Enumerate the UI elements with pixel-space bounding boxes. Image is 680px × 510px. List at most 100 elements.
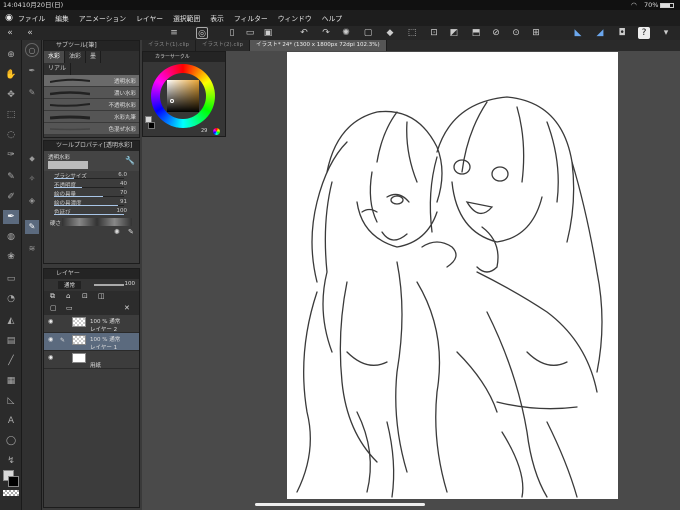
lock-icon[interactable]: ⌂	[66, 292, 70, 300]
sub-color-swatch[interactable]	[8, 476, 19, 487]
settings-icon[interactable]: ▾	[660, 27, 672, 39]
open-file-icon[interactable]: ▭	[244, 27, 256, 39]
transform-icon[interactable]: ⬚	[406, 27, 418, 39]
move-icon[interactable]: ✥	[3, 88, 19, 102]
eraser-icon[interactable]: ▭	[3, 272, 19, 286]
brush-item[interactable]: 濃い水彩	[44, 87, 139, 99]
menu-help[interactable]: ヘルプ	[322, 13, 342, 23]
fill-tool-icon[interactable]: ◭	[3, 314, 19, 328]
menu-view[interactable]: 表示	[210, 13, 224, 23]
wrench-icon[interactable]: ✎	[128, 228, 134, 236]
color-picker-cursor[interactable]	[170, 99, 174, 103]
new-layer-icon[interactable]: ▢	[50, 304, 57, 312]
blend-mode-select[interactable]: 通常	[58, 281, 82, 289]
ruler-tool-icon[interactable]: ◺	[3, 394, 19, 408]
perspective-icon[interactable]: ◢	[594, 27, 606, 39]
prop-row[interactable]: 絵の具濃度 91	[44, 198, 139, 207]
hardness-selector[interactable]	[62, 218, 132, 226]
sub-color-chip[interactable]	[148, 122, 155, 129]
doc-tab-active[interactable]: イラスト* 24* (1300 x 1800px 72dpi 102.3%)	[250, 40, 387, 51]
figure-icon[interactable]: ╱	[3, 354, 19, 368]
clip-icon[interactable]: ⧉	[50, 292, 55, 301]
brush-shape-icon[interactable]: ◈	[25, 194, 39, 208]
loading-icon[interactable]: ✺	[340, 27, 352, 39]
pen-icon[interactable]: ✎	[3, 170, 19, 184]
deselect-icon[interactable]: ⊡	[428, 27, 440, 39]
circle-brush-icon[interactable]: ○	[25, 43, 39, 57]
prop-row[interactable]: 色延び 100	[44, 207, 139, 216]
clip-studio-icon[interactable]: ◎	[196, 27, 208, 39]
snap-ruler-icon[interactable]: ⊘	[490, 27, 502, 39]
tab-watercolor[interactable]: 水彩	[44, 51, 66, 63]
selection-tool-icon[interactable]: ⬚	[3, 108, 19, 122]
canvas-paper[interactable]	[287, 52, 618, 499]
decoration-icon[interactable]: ❀	[3, 250, 19, 264]
brush-preview-icon[interactable]: ✒	[25, 64, 39, 78]
eye-icon[interactable]: ◉	[48, 336, 55, 343]
correction-icon[interactable]: ↯	[3, 454, 19, 468]
airbrush-icon[interactable]: ◍	[3, 230, 19, 244]
tab-real[interactable]: リアル	[44, 63, 71, 75]
selection-icon[interactable]: ⬒	[470, 27, 482, 39]
brush-icon[interactable]: ✒	[3, 210, 19, 224]
stabilization-icon[interactable]: ≋	[25, 242, 39, 256]
gradient-icon[interactable]: ▤	[3, 334, 19, 348]
menu-animation[interactable]: アニメーション	[79, 13, 126, 23]
new-file-icon[interactable]: ▯	[226, 27, 238, 39]
layer-row[interactable]: ◉ 100 % 通常 レイヤー 2	[44, 315, 139, 333]
prop-row[interactable]: ブラシサイズ 6.0	[44, 171, 139, 180]
layer-row[interactable]: ◉ 用紙	[44, 351, 139, 369]
blend-icon[interactable]: ◔	[3, 292, 19, 306]
invert-selection-icon[interactable]: ◩	[448, 27, 460, 39]
menu-layer[interactable]: レイヤー	[136, 13, 163, 23]
spinner-icon[interactable]: ✺	[114, 228, 120, 236]
help-icon[interactable]: ?	[638, 27, 650, 39]
delete-layer-icon[interactable]: ✕	[124, 304, 130, 312]
hamburger-icon[interactable]: ≡	[168, 27, 180, 39]
menu-window[interactable]: ウィンドウ	[278, 13, 312, 23]
brush-item[interactable]: 水彩丸筆	[44, 111, 139, 123]
hand-icon[interactable]: ✋	[3, 68, 19, 82]
fill-icon[interactable]: ◆	[384, 27, 396, 39]
pen-pressure-icon[interactable]: ◘	[616, 27, 628, 39]
text-icon[interactable]: A	[3, 414, 19, 428]
brush-item[interactable]: 色混ぜ水彩	[44, 123, 139, 135]
snap-special-icon[interactable]: ⊙	[510, 27, 522, 39]
lasso-icon[interactable]: ◌	[3, 128, 19, 142]
prop-row[interactable]: 絵の具量 70	[44, 189, 139, 198]
panel-collapse-icon[interactable]: «	[4, 27, 16, 39]
eyedropper-icon[interactable]: ✑	[3, 148, 19, 162]
color-mode-icon[interactable]	[213, 128, 220, 135]
eye-icon[interactable]: ◉	[48, 318, 55, 325]
wrench-icon[interactable]: 🔧	[125, 156, 135, 165]
tab-ink[interactable]: 墨	[86, 51, 102, 63]
pen-settings-icon[interactable]: ✎	[25, 220, 39, 234]
home-indicator[interactable]	[255, 503, 425, 506]
opacity-value[interactable]: 100	[125, 281, 136, 287]
reference-icon[interactable]: ⊡	[82, 292, 88, 300]
frame-icon[interactable]: ▦	[3, 374, 19, 388]
doc-tab[interactable]: イラスト(2).clip	[196, 40, 251, 51]
app-logo-icon[interactable]: ◉	[0, 10, 18, 26]
menu-edit[interactable]: 編集	[55, 13, 69, 23]
panel-collapse-icon-2[interactable]: «	[24, 27, 36, 39]
tool-settings-icon[interactable]: ✧	[25, 172, 39, 186]
menu-filter[interactable]: フィルター	[234, 13, 268, 23]
pencil-icon[interactable]: ✐	[3, 190, 19, 204]
ruler-icon[interactable]: ◣	[572, 27, 584, 39]
undo-icon[interactable]: ↶	[298, 27, 310, 39]
saturation-value-box[interactable]	[167, 80, 199, 112]
transparent-color-swatch[interactable]	[3, 490, 19, 496]
new-folder-icon[interactable]: ▭	[66, 304, 73, 312]
brush-preview-icon-2[interactable]: ✎	[25, 86, 39, 100]
menu-file[interactable]: ファイル	[18, 13, 45, 23]
menu-selection[interactable]: 選択範囲	[173, 13, 200, 23]
redo-icon[interactable]: ↷	[320, 27, 332, 39]
layer-row[interactable]: ◉ ✎ 100 % 通常 レイヤー 1	[44, 333, 139, 351]
drop-icon[interactable]: ⬥	[25, 152, 39, 166]
zoom-icon[interactable]: ⊕	[3, 48, 19, 62]
tab-oil[interactable]: 油彩	[65, 51, 87, 63]
opacity-slider[interactable]	[94, 284, 124, 286]
prop-row[interactable]: 不透明度 40	[44, 180, 139, 189]
balloon-icon[interactable]: ◯	[3, 434, 19, 448]
